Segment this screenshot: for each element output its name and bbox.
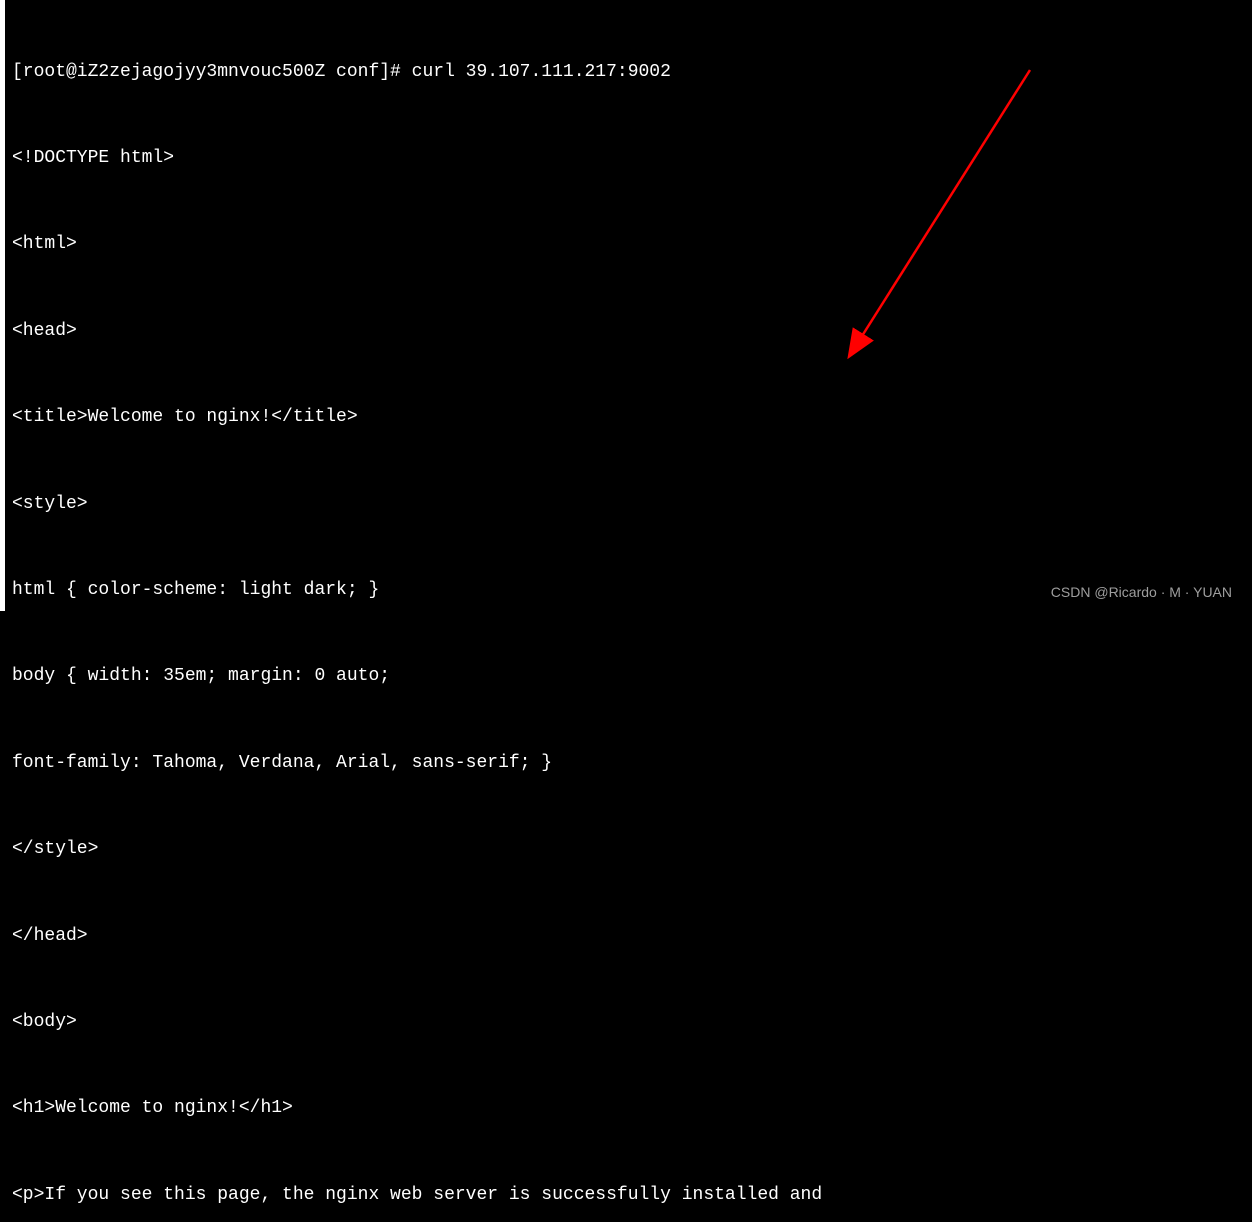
terminal-output[interactable]: [root@iZ2zejagojyy3mnvouc500Z conf]# cur… [12, 0, 1240, 1222]
terminal-line: font-family: Tahoma, Verdana, Arial, san… [12, 749, 1240, 778]
terminal-line: [root@iZ2zejagojyy3mnvouc500Z conf]# cur… [12, 58, 1240, 87]
terminal-line: </head> [12, 922, 1240, 951]
terminal-line: <p>If you see this page, the nginx web s… [12, 1181, 1240, 1210]
terminal-line: <body> [12, 1008, 1240, 1037]
terminal-line: <!DOCTYPE html> [12, 144, 1240, 173]
left-edge-border [0, 0, 5, 611]
terminal-line: <html> [12, 230, 1240, 259]
watermark-text: CSDN @Ricardo · M · YUAN [1051, 581, 1232, 603]
terminal-line: <head> [12, 317, 1240, 346]
terminal-line: <title>Welcome to nginx!</title> [12, 403, 1240, 432]
terminal-line: <style> [12, 490, 1240, 519]
terminal-line: </style> [12, 835, 1240, 864]
terminal-line: <h1>Welcome to nginx!</h1> [12, 1094, 1240, 1123]
terminal-line: body { width: 35em; margin: 0 auto; [12, 662, 1240, 691]
